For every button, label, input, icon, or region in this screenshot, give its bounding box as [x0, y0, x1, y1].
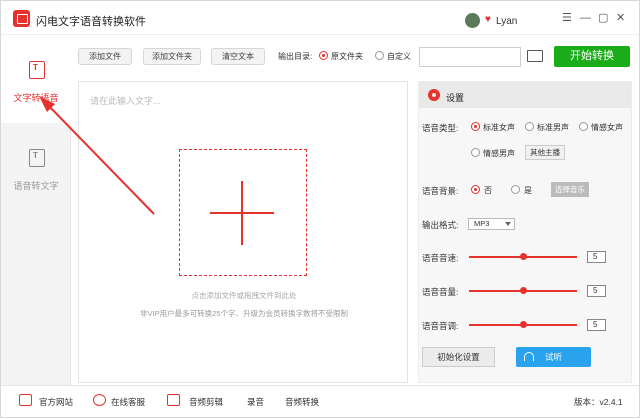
app-title: 闪电文字语音转换软件	[36, 16, 146, 28]
background-yes-label: 是	[524, 186, 532, 195]
volume-value-input[interactable]: 5	[587, 285, 606, 297]
open-folder-icon[interactable]	[527, 50, 543, 62]
background-no-radio[interactable]	[471, 185, 480, 194]
reset-settings-button[interactable]: 初始化设置	[422, 347, 495, 367]
settings-panel: 设置 语音类型: 标准女声 标准男声 情感女声 情感男声 其他主播 语音背景: …	[418, 81, 632, 383]
sidebar-item-text-to-speech[interactable]: T 文字转语音	[1, 35, 71, 123]
settings-title: 设置	[446, 93, 465, 103]
listen-label: 试听	[544, 352, 562, 362]
sidebar-item-label: 语音转文字	[13, 181, 59, 191]
app-window: 闪电文字语音转换软件 ♥ Lyan ☰ — ▢ ✕ T 文字转语音 T 语音转文…	[0, 0, 640, 418]
footer-online-service[interactable]: 在线客服	[111, 396, 145, 408]
gear-icon	[428, 89, 440, 101]
user-avatar[interactable]	[465, 13, 480, 28]
choose-music-button[interactable]: 选择音乐	[551, 182, 589, 197]
output-path-input[interactable]	[419, 47, 521, 67]
footer-bar: 官方网站 在线客服 音频剪辑 录音 音频转换 版本：v2.4.1	[1, 385, 639, 417]
text-to-speech-icon: T	[29, 61, 45, 79]
speed-value-input[interactable]: 5	[587, 251, 606, 263]
pitch-value-input[interactable]: 5	[587, 319, 606, 331]
pitch-slider-knob[interactable]	[519, 321, 527, 328]
volume-slider[interactable]	[469, 287, 577, 294]
settings-header: 设置	[419, 82, 631, 108]
text-input-area[interactable]: 请在此输入文字... 点击添加文件或拖拽文件到此处 非VIP用户最多可转换25个…	[78, 81, 408, 383]
minimize-icon[interactable]: —	[580, 12, 591, 24]
listen-button[interactable]: 试听	[516, 347, 591, 367]
sidebar-item-speech-to-text[interactable]: T 语音转文字	[1, 123, 71, 211]
monitor-icon	[19, 394, 32, 406]
output-original-label: 原文件夹	[331, 52, 363, 61]
add-folder-button[interactable]: 添加文件夹	[143, 48, 201, 65]
app-logo-icon	[13, 10, 30, 27]
footer-recording[interactable]: 录音	[247, 396, 264, 408]
output-custom-radio[interactable]	[375, 51, 384, 60]
format-select[interactable]: MP3	[468, 218, 515, 230]
output-dir-label: 输出目录:	[278, 52, 313, 61]
maximize-icon[interactable]: ▢	[598, 12, 608, 24]
voice-standard-male-radio[interactable]	[525, 122, 534, 131]
vip-limit-hint: 非VIP用户最多可转换25个字、升级为会员转换字数将不受限制	[140, 309, 348, 318]
voice-option-label: 标准男声	[537, 123, 569, 132]
customer-service-icon	[93, 394, 106, 406]
sidebar: T 文字转语音 T 语音转文字	[1, 35, 71, 385]
background-label: 语音背景:	[422, 186, 459, 196]
volume-slider-knob[interactable]	[519, 287, 527, 294]
voice-emotion-male-radio[interactable]	[471, 148, 480, 157]
menu-icon[interactable]: ☰	[562, 12, 572, 24]
background-yes-radio[interactable]	[511, 185, 520, 194]
sidebar-item-label: 文字转语音	[13, 93, 59, 103]
user-name[interactable]: Lyan	[496, 16, 517, 27]
volume-label: 语音音量:	[422, 287, 459, 297]
speed-label: 语音音速:	[422, 253, 459, 263]
vip-heart-icon: ♥	[485, 14, 491, 25]
footer-audio-convert[interactable]: 音频转换	[285, 396, 319, 408]
output-original-radio[interactable]	[319, 51, 328, 60]
drop-zone[interactable]	[179, 149, 307, 276]
pitch-label: 语音音调:	[422, 321, 459, 331]
add-file-button[interactable]: 添加文件	[78, 48, 132, 65]
other-anchor-button[interactable]: 其他主播	[525, 145, 565, 160]
clear-text-button[interactable]: 清空文本	[211, 48, 265, 65]
drop-hint: 点击添加文件或拖拽文件到此处	[191, 291, 297, 300]
footer-official-site[interactable]: 官方网站	[39, 396, 73, 408]
voice-option-label: 情感女声	[591, 123, 623, 132]
voice-standard-female-radio[interactable]	[471, 122, 480, 131]
version-label: 版本：v2.4.1	[574, 397, 623, 407]
voice-emotion-female-radio[interactable]	[579, 122, 588, 131]
output-custom-label: 自定义	[387, 52, 411, 61]
plus-icon-vertical	[241, 181, 243, 245]
voice-option-label: 情感男声	[483, 149, 515, 158]
format-value: MP3	[474, 219, 490, 228]
footer-audio-cut[interactable]: 音频剪辑	[189, 396, 223, 408]
voice-type-label: 语音类型:	[422, 123, 459, 133]
format-label: 输出格式:	[422, 220, 459, 230]
audio-cut-icon	[167, 394, 180, 406]
headphones-icon	[524, 352, 534, 361]
close-icon[interactable]: ✕	[616, 12, 625, 24]
voice-option-label: 标准女声	[483, 123, 515, 132]
speech-to-text-icon: T	[29, 149, 45, 167]
speed-slider-knob[interactable]	[519, 253, 527, 260]
title-bar: 闪电文字语音转换软件 ♥ Lyan ☰ — ▢ ✕	[1, 1, 639, 35]
pitch-slider[interactable]	[469, 321, 577, 328]
speed-slider[interactable]	[469, 253, 577, 260]
chevron-down-icon	[505, 222, 511, 226]
start-convert-button[interactable]: 开始转换	[554, 46, 630, 67]
background-no-label: 否	[484, 186, 492, 195]
text-placeholder: 请在此输入文字...	[90, 96, 161, 106]
